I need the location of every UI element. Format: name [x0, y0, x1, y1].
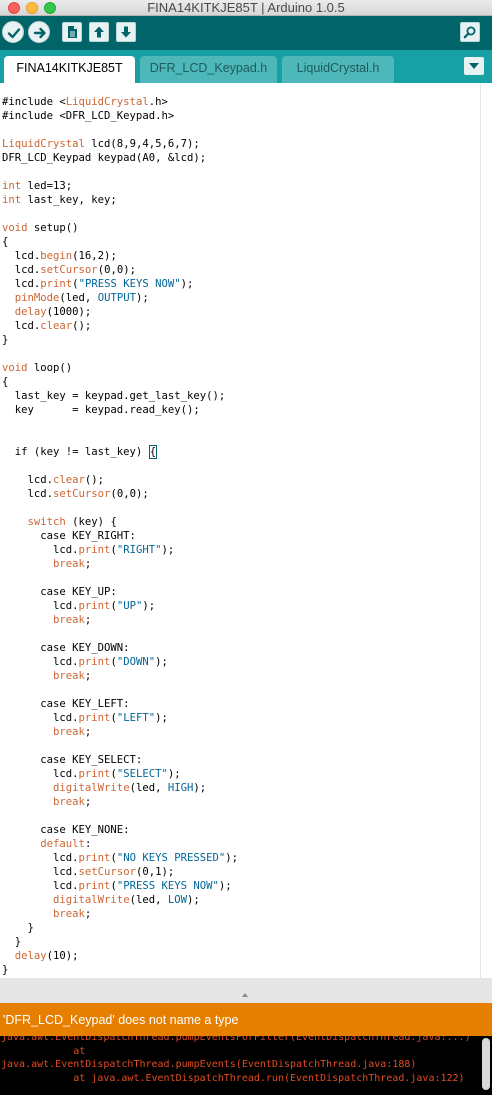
code-line: {: [2, 236, 9, 248]
open-sketch-button[interactable]: [89, 22, 109, 42]
verify-icon: [7, 28, 21, 39]
new-icon: [68, 26, 77, 38]
code-text: #include <LiquidCrystal.h> #include <DFR_…: [2, 95, 238, 977]
code-line: lcd.print("PRESS KEYS NOW");: [2, 880, 232, 892]
tab-fina14kitkje85t[interactable]: FINA14KITKJE85T: [4, 56, 135, 83]
console-line: at java.awt.EventDispatchThread.run(Even…: [1, 1072, 465, 1084]
error-message: 'DFR_LCD_Keypad' does not name a type: [3, 1013, 239, 1027]
code-line: switch (key) {: [27, 516, 117, 528]
code-line: lcd.setCursor(0,1);: [2, 866, 175, 878]
code-line: case KEY_UP:: [2, 586, 117, 598]
window-title-bar: FINA14KITKJE85T | Arduino 1.0.5: [0, 0, 492, 16]
open-icon: [94, 26, 104, 38]
code-line: break;: [53, 670, 92, 682]
code-line: case KEY_DOWN:: [2, 642, 130, 654]
code-line: key = keypad.read_key();: [2, 404, 200, 416]
code-line: lcd.clear();: [2, 474, 105, 486]
code-line: if (key != last_key) {: [2, 445, 158, 459]
code-line: }: [2, 964, 9, 976]
console-line: java.awt.EventDispatchThread.pumpEvents(…: [1, 1059, 417, 1070]
toolbar: [0, 16, 492, 50]
new-sketch-button[interactable]: [62, 22, 82, 42]
tab-liquidcrystal-h[interactable]: LiquidCrystal.h: [282, 56, 394, 83]
code-line: case KEY_LEFT:: [2, 698, 130, 710]
code-line: break;: [53, 726, 92, 738]
console-scrollbar[interactable]: [482, 1038, 490, 1090]
code-line: pinMode(led, OUTPUT);: [14, 292, 149, 304]
code-line: case KEY_SELECT:: [2, 754, 143, 766]
code-line: delay(10);: [14, 950, 79, 962]
code-line: break;: [53, 558, 92, 570]
code-line: lcd.begin(16,2);: [2, 250, 117, 262]
tab-dfr-lcd-keypad-h[interactable]: DFR_LCD_Keypad.h: [140, 56, 277, 83]
console-line: java.awt.EventDispatchThread.pumpEventsF…: [1, 1036, 471, 1043]
code-line: }: [2, 936, 22, 948]
editor-console-splitter[interactable]: [0, 978, 492, 1003]
code-line: lcd.print("DOWN");: [2, 656, 168, 668]
code-line: break;: [53, 614, 92, 626]
code-line: int led=13;: [2, 180, 73, 192]
code-line: break;: [53, 796, 92, 808]
console-line: at: [1, 1045, 86, 1057]
code-line: last_key = keypad.get_last_key();: [2, 390, 226, 402]
code-line: break;: [53, 908, 92, 920]
status-bar: 'DFR_LCD_Keypad' does not name a type: [0, 1003, 492, 1036]
code-line: lcd.print("UP");: [2, 600, 156, 612]
serial-monitor-button[interactable]: [460, 22, 480, 42]
code-line: lcd.print("SELECT");: [2, 768, 181, 780]
code-line: lcd.print("LEFT");: [2, 712, 168, 724]
code-line: void setup(): [2, 222, 79, 234]
verify-button[interactable]: [2, 21, 24, 43]
code-line: int last_key, key;: [2, 194, 117, 206]
code-line: lcd.print("NO KEYS PRESSED");: [2, 852, 239, 864]
upload-button[interactable]: [28, 21, 50, 43]
code-line: lcd.setCursor(0,0);: [2, 264, 136, 276]
code-line: default:: [40, 838, 92, 850]
console-text: java.awt.EventDispatchThread.pumpEventsF…: [1, 1036, 471, 1085]
code-line: delay(1000);: [14, 306, 92, 318]
code-line: void loop(): [2, 362, 73, 374]
tab-menu-button[interactable]: [464, 57, 484, 75]
code-line: case KEY_RIGHT:: [2, 530, 136, 542]
code-line: }: [2, 334, 9, 346]
save-sketch-button[interactable]: [116, 22, 136, 42]
code-line: }: [2, 922, 34, 934]
code-line: DFR_LCD_Keypad keypad(A0, &lcd);: [2, 152, 207, 164]
code-line: case KEY_NONE:: [2, 824, 130, 836]
save-icon: [121, 26, 131, 38]
serial-monitor-icon: [463, 26, 476, 39]
code-line: {: [2, 376, 9, 388]
code-line: LiquidCrystal lcd(8,9,4,5,6,7);: [2, 138, 200, 150]
tab-bar: FINA14KITKJE85T DFR_LCD_Keypad.h LiquidC…: [0, 50, 492, 83]
console-output[interactable]: java.awt.EventDispatchThread.pumpEventsF…: [0, 1036, 492, 1095]
code-line: lcd.print("RIGHT");: [2, 544, 175, 556]
code-line: lcd.clear();: [2, 320, 92, 332]
window-title: FINA14KITKJE85T | Arduino 1.0.5: [147, 0, 345, 15]
upload-icon: [33, 27, 46, 39]
code-editor[interactable]: #include <LiquidCrystal.h> #include <DFR_…: [0, 83, 480, 978]
code-line: lcd.print("PRESS KEYS NOW");: [2, 278, 194, 290]
code-line: #include <LiquidCrystal.h>: [2, 96, 168, 108]
splitter-grip-icon: [242, 993, 248, 997]
code-line: digitalWrite(led, LOW);: [53, 894, 200, 906]
editor-scrollbar[interactable]: [480, 83, 492, 978]
code-line: digitalWrite(led, HIGH);: [53, 782, 207, 794]
code-line: lcd.setCursor(0,0);: [2, 488, 149, 500]
code-line: #include <DFR_LCD_Keypad.h>: [2, 110, 175, 122]
